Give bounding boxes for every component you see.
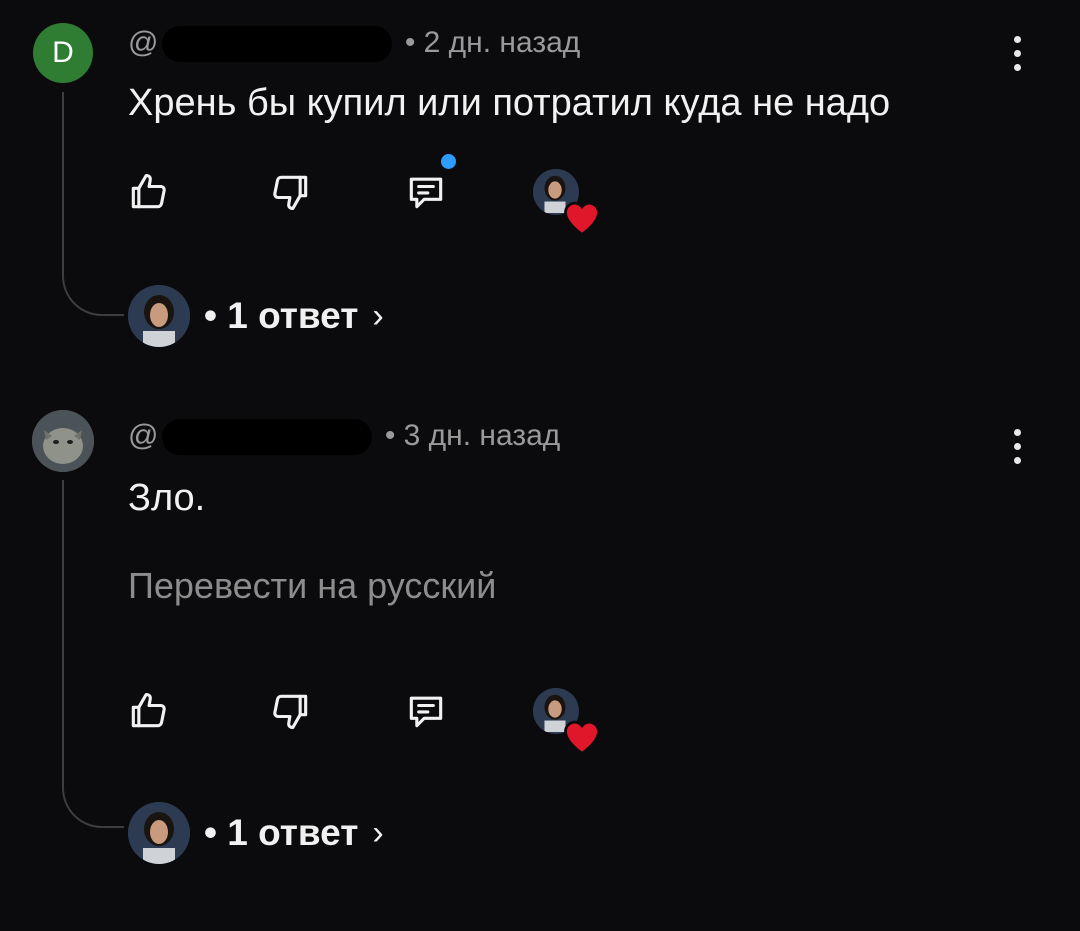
translate-link[interactable]: Перевести на русский (128, 565, 496, 607)
heart-icon (564, 201, 600, 236)
comment-text: Зло. (128, 477, 206, 519)
chevron-right-icon: › (372, 813, 384, 852)
dislike-button[interactable] (263, 164, 319, 220)
replies-count: • 1 ответ (204, 812, 359, 853)
thumbs-down-icon (273, 694, 308, 730)
replies-count: • 1 ответ (204, 295, 359, 336)
comment-2: @ • 3 дн. назад Зло. Перевести на русски… (0, 395, 1080, 895)
new-indicator-dot (441, 154, 456, 169)
comment-meta: @ • 3 дн. назад (128, 419, 561, 456)
comment-icon (409, 696, 443, 728)
thumbs-up-icon (131, 692, 166, 728)
channel-handle[interactable]: @ (128, 419, 158, 452)
comment-meta: @ • 2 дн. назад (128, 26, 581, 63)
comment-icon (409, 177, 443, 209)
dislike-button[interactable] (263, 683, 319, 739)
heart-icon (564, 720, 600, 755)
more-vert-icon[interactable] (1006, 36, 1028, 71)
comment-actions (120, 683, 620, 755)
thread-line (62, 92, 124, 316)
comment-1: D @ • 2 дн. назад Хрень бы купил или пот… (0, 0, 1080, 370)
thread-line (62, 480, 124, 828)
replies-link[interactable]: • 1 ответ › (128, 284, 384, 348)
thumbs-down-icon (273, 175, 308, 211)
like-button[interactable] (120, 683, 176, 739)
thumbs-up-icon (131, 173, 166, 209)
replies-link[interactable]: • 1 ответ › (128, 801, 384, 865)
comment-text: Хрень бы купил или потратил куда не надо (128, 82, 891, 124)
reply-button[interactable] (398, 683, 454, 739)
comment-actions (120, 154, 620, 236)
user-avatar[interactable] (32, 410, 94, 472)
reply-button[interactable] (398, 154, 456, 220)
chevron-right-icon: › (372, 296, 384, 335)
more-vert-icon[interactable] (1006, 429, 1028, 464)
channel-handle[interactable]: @ (128, 26, 158, 59)
reply-avatar (128, 285, 190, 347)
comment-timestamp: • 2 дн. назад (404, 26, 581, 59)
reply-avatar (128, 802, 190, 864)
redaction (162, 26, 393, 63)
comment-timestamp: • 3 дн. назад (384, 419, 561, 452)
creator-heart (528, 683, 600, 755)
user-avatar[interactable]: D (33, 23, 93, 83)
like-button[interactable] (120, 164, 176, 220)
redaction (162, 419, 373, 456)
creator-heart (528, 164, 600, 236)
